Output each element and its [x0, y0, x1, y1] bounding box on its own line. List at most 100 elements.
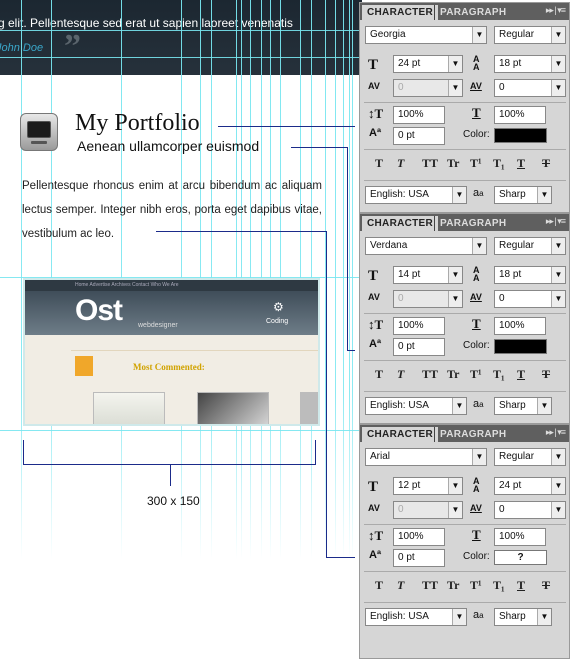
faux-bold-button[interactable]: T — [375, 156, 383, 171]
tab-character[interactable]: CHARACTER — [362, 216, 439, 231]
antialias-select[interactable]: Sharp ▼ — [494, 608, 552, 626]
vertical-scale-field[interactable]: 100% — [393, 106, 445, 124]
leading-field[interactable]: 18 pt ▼ — [494, 266, 566, 284]
vertical-scale-icon: ↕T — [368, 106, 384, 121]
language-select[interactable]: English: USA ▼ — [365, 186, 467, 204]
color-swatch[interactable] — [494, 339, 547, 354]
all-caps-button[interactable]: TT — [422, 367, 438, 382]
font-family-select[interactable]: Arial ▼ — [365, 448, 487, 466]
divider — [71, 350, 318, 351]
font-size-field[interactable]: 14 pt ▼ — [393, 266, 463, 284]
subscript-button[interactable]: T₁ — [493, 578, 505, 593]
kerning-field[interactable]: 0 ▼ — [393, 79, 463, 97]
strikethrough-button[interactable]: T — [542, 578, 550, 593]
horizontal-scale-field[interactable]: 100% — [494, 317, 546, 335]
comment-icon — [75, 356, 93, 376]
thumbnail-nav: Home Advertise Archives Contact Who We A… — [25, 280, 318, 291]
font-family-select-value: Georgia — [370, 29, 406, 40]
small-caps-button[interactable]: Tr — [447, 367, 459, 382]
all-caps-button[interactable]: TT — [422, 578, 438, 593]
tab-paragraph[interactable]: PARAGRAPH — [434, 216, 511, 231]
chevron-down-icon: ▼ — [448, 80, 462, 96]
baseline-shift-field[interactable]: 0 pt — [393, 338, 445, 356]
small-caps-button[interactable]: Tr — [447, 578, 459, 593]
kerning-field[interactable]: 0 ▼ — [393, 501, 463, 519]
type-style-buttons: T T TT Tr T¹ T₁ T T — [360, 578, 570, 594]
divider — [364, 524, 566, 525]
guide-line — [0, 430, 362, 431]
font-size-field[interactable]: 12 pt ▼ — [393, 477, 463, 495]
page-title: My Portfolio — [75, 110, 200, 136]
font-family-select[interactable]: Georgia ▼ — [365, 26, 487, 44]
underline-button[interactable]: T — [517, 156, 525, 171]
tab-character[interactable]: CHARACTER — [362, 427, 439, 442]
tracking-field[interactable]: 0 ▼ — [494, 290, 566, 308]
tab-paragraph[interactable]: PARAGRAPH — [434, 5, 511, 20]
tracking-field[interactable]: 0 ▼ — [494, 79, 566, 97]
antialias-select-value: Sharp — [499, 189, 526, 200]
subscript-button[interactable]: T₁ — [493, 367, 505, 382]
language-select-value: English: USA — [370, 611, 429, 622]
language-select[interactable]: English: USA ▼ — [365, 608, 467, 626]
font-style-select[interactable]: Regular ▼ — [494, 448, 566, 466]
thumbnail-logo-sub: webdesigner — [138, 322, 178, 329]
leading-field[interactable]: 18 pt ▼ — [494, 55, 566, 73]
underline-button[interactable]: T — [517, 578, 525, 593]
faux-bold-button[interactable]: T — [375, 367, 383, 382]
strikethrough-button[interactable]: T — [542, 367, 550, 382]
font-style-select[interactable]: Regular ▼ — [494, 237, 566, 255]
tab-paragraph[interactable]: PARAGRAPH — [434, 427, 511, 442]
faux-bold-button[interactable]: T — [375, 578, 383, 593]
baseline-shift-field[interactable]: 0 pt — [393, 127, 445, 145]
canvas: g elit. Pellentesque sed erat ut sapien … — [0, 0, 570, 662]
panel-menu-icon[interactable]: ▸▸ | ▾≡ — [546, 216, 566, 227]
tracking-field[interactable]: 0 ▼ — [494, 501, 566, 519]
panel-menu-icon[interactable]: ▸▸ | ▾≡ — [546, 5, 566, 16]
antialias-select[interactable]: Sharp ▼ — [494, 186, 552, 204]
faux-italic-button[interactable]: T — [397, 367, 404, 382]
small-caps-button[interactable]: Tr — [447, 156, 459, 171]
strikethrough-button[interactable]: T — [542, 156, 550, 171]
font-size-field-value: 12 pt — [398, 480, 421, 491]
chevron-down-icon: ▼ — [551, 80, 565, 96]
font-size-field[interactable]: 24 pt ▼ — [393, 55, 463, 73]
tab-character[interactable]: CHARACTER — [362, 5, 439, 20]
font-family-select[interactable]: Verdana ▼ — [365, 237, 487, 255]
subscript-button[interactable]: T₁ — [493, 156, 505, 171]
type-style-buttons: T T TT Tr T¹ T₁ T T — [360, 367, 570, 383]
horizontal-scale-field[interactable]: 100% — [494, 528, 546, 546]
faux-italic-button[interactable]: T — [397, 578, 404, 593]
font-style-select[interactable]: Regular ▼ — [494, 26, 566, 44]
faux-italic-button[interactable]: T — [397, 156, 404, 171]
baseline-shift-field[interactable]: 0 pt — [393, 549, 445, 567]
most-commented-label: Most Commented: — [133, 362, 205, 372]
chevron-down-icon: ▼ — [448, 267, 462, 283]
antialias-select[interactable]: Sharp ▼ — [494, 397, 552, 415]
superscript-button[interactable]: T¹ — [470, 578, 482, 593]
font-style-select-value: Regular — [499, 240, 535, 251]
guide-line — [349, 0, 350, 560]
language-select[interactable]: English: USA ▼ — [365, 397, 467, 415]
thumbnail-image — [197, 392, 269, 424]
horizontal-scale-field[interactable]: 100% — [494, 106, 546, 124]
body-paragraph: Pellentesque rhoncus enim at arcu bibend… — [22, 180, 322, 240]
type-style-buttons: T T TT Tr T¹ T₁ T T — [360, 156, 570, 172]
superscript-button[interactable]: T¹ — [470, 156, 482, 171]
vertical-scale-field[interactable]: 100% — [393, 317, 445, 335]
leading-field[interactable]: 24 pt ▼ — [494, 477, 566, 495]
character-panel: CHARACTER PARAGRAPH ▸▸ | ▾≡ Arial ▼ Regular ▼ T… — [359, 424, 570, 659]
portfolio-thumbnail: Home Advertise Archives Contact Who We A… — [23, 278, 320, 426]
panel-menu-icon[interactable]: ▸▸ | ▾≡ — [546, 427, 566, 438]
divider — [364, 313, 566, 314]
underline-button[interactable]: T — [517, 367, 525, 382]
all-caps-button[interactable]: TT — [422, 156, 438, 171]
tracking-field-value: 0 — [499, 293, 505, 304]
chevron-down-icon: ▼ — [448, 502, 462, 518]
kerning-field[interactable]: 0 ▼ — [393, 290, 463, 308]
color-swatch[interactable] — [494, 128, 547, 143]
superscript-button[interactable]: T¹ — [470, 367, 482, 382]
color-swatch[interactable]: ? — [494, 550, 547, 565]
color-label: Color: — [463, 340, 490, 351]
vertical-scale-field[interactable]: 100% — [393, 528, 445, 546]
chevron-down-icon: ▼ — [537, 187, 551, 203]
